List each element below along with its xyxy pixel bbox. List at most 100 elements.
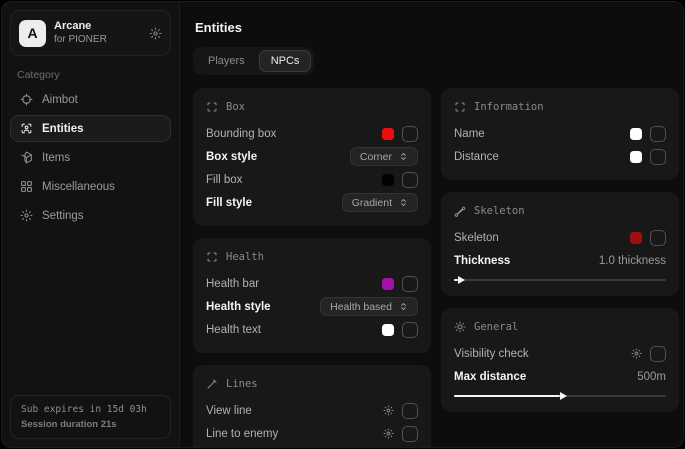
general-card: General Visibility check Max distance 50…	[441, 308, 679, 412]
app-name: Arcane	[54, 20, 107, 34]
sidebar-item-label: Entities	[42, 123, 84, 135]
app-header: A Arcane for PIONER	[10, 10, 171, 56]
scan-icon	[206, 101, 218, 113]
view-line-checkbox[interactable]	[402, 403, 418, 419]
color-swatch[interactable]	[630, 151, 642, 163]
card-title: General	[474, 321, 518, 333]
card-title: Health	[226, 251, 264, 263]
skeleton-card: Skeleton Skeleton Thickness 1.0 thicknes…	[441, 192, 679, 296]
health-text-checkbox[interactable]	[402, 322, 418, 338]
left-column: Box Bounding box Box style Corner	[193, 88, 431, 448]
line-to-enemy-checkbox[interactable]	[402, 426, 418, 442]
line-to-enemy-gear-icon[interactable]	[383, 428, 394, 439]
sidebar-item-label: Miscellaneous	[42, 181, 115, 193]
max-distance-slider-fill	[454, 395, 560, 397]
thickness-slider-fill	[454, 279, 458, 281]
card-title: Information	[474, 101, 544, 113]
category-label: Category	[17, 69, 164, 81]
visibility-check-checkbox[interactable]	[650, 346, 666, 362]
right-column: Information Name Distance	[441, 88, 679, 448]
color-swatch[interactable]	[382, 278, 394, 290]
sidebar-item-aimbot[interactable]: Aimbot	[10, 86, 171, 113]
sun-icon	[454, 321, 466, 333]
setting-row-view-line: View line	[206, 399, 418, 422]
scan-icon	[454, 101, 466, 113]
card-title: Lines	[226, 378, 258, 390]
setting-row-health-text: Health text	[206, 318, 418, 341]
sub-expiry-text: Sub expires in 15d 03h	[21, 404, 160, 415]
visibility-check-gear-icon[interactable]	[631, 348, 642, 359]
thickness-slider[interactable]	[454, 276, 666, 284]
color-swatch[interactable]	[382, 324, 394, 336]
page-title: Entities	[195, 20, 677, 35]
entity-tabs: Players NPCs	[193, 47, 314, 75]
package-icon	[20, 151, 33, 164]
app-logo: A	[19, 20, 46, 47]
card-title: Skeleton	[474, 205, 525, 217]
color-swatch[interactable]	[382, 128, 394, 140]
crosshair-icon	[20, 93, 33, 106]
subscription-info: Sub expires in 15d 03h Session duration …	[10, 395, 171, 439]
setting-row-health-bar: Health bar	[206, 272, 418, 295]
sidebar-item-label: Items	[42, 152, 70, 164]
information-card: Information Name Distance	[441, 88, 679, 180]
skeleton-checkbox[interactable]	[650, 230, 666, 246]
setting-row-line-to-enemy: Line to enemy	[206, 422, 418, 445]
app-title-block: Arcane for PIONER	[54, 20, 107, 46]
health-card: Health Health bar Health style Health ba…	[193, 238, 431, 353]
bounding-box-checkbox[interactable]	[402, 126, 418, 142]
color-swatch[interactable]	[382, 174, 394, 186]
sidebar-item-items[interactable]: Items	[10, 144, 171, 171]
session-duration-text: Session duration 21s	[21, 419, 160, 430]
tab-players[interactable]: Players	[196, 50, 257, 72]
gear-icon	[20, 209, 33, 222]
card-title: Box	[226, 101, 245, 113]
distance-checkbox[interactable]	[650, 149, 666, 165]
lines-card: Lines View line Line to enemy	[193, 365, 431, 448]
sidebar-item-miscellaneous[interactable]: Miscellaneous	[10, 173, 171, 200]
chevrons-up-down-icon	[399, 198, 408, 207]
box-style-dropdown[interactable]: Corner	[350, 147, 418, 166]
dropdown-value: Corner	[360, 151, 392, 163]
app-subtitle: for PIONER	[54, 34, 107, 47]
dropdown-value: Health based	[330, 301, 392, 313]
sidebar-item-settings[interactable]: Settings	[10, 202, 171, 229]
health-style-dropdown[interactable]: Health based	[320, 297, 418, 316]
max-distance-value: 500m	[637, 371, 666, 383]
sidebar-item-label: Aimbot	[42, 94, 78, 106]
setting-row-visibility-check: Visibility check	[454, 342, 666, 365]
setting-row-fill-box: Fill box	[206, 168, 418, 191]
setting-row-max-distance: Max distance 500m	[454, 365, 666, 388]
fill-box-checkbox[interactable]	[402, 172, 418, 188]
grid-icon	[20, 180, 33, 193]
sidebar-item-label: Settings	[42, 210, 84, 222]
setting-row-thickness: Thickness 1.0 thickness	[454, 249, 666, 272]
card-columns: Box Bounding box Box style Corner	[193, 88, 679, 448]
sidebar-item-entities[interactable]: Entities	[10, 115, 171, 142]
chevrons-up-down-icon	[399, 302, 408, 311]
dropdown-value: Gradient	[352, 197, 392, 209]
scan-icon	[206, 251, 218, 263]
setting-row-bounding-box: Bounding box	[206, 122, 418, 145]
chevrons-up-down-icon	[399, 152, 408, 161]
color-swatch[interactable]	[630, 128, 642, 140]
setting-row-distance: Distance	[454, 145, 666, 168]
main-content: Entities Players NPCs Box Bounding box	[180, 2, 684, 447]
max-distance-slider[interactable]	[454, 392, 666, 400]
sidebar-nav: Aimbot Entities Items Miscellaneous Sett…	[10, 86, 171, 229]
box-card: Box Bounding box Box style Corner	[193, 88, 431, 226]
header-gear-icon[interactable]	[149, 27, 162, 40]
pencil-line-icon	[206, 378, 218, 390]
person-scan-icon	[20, 122, 33, 135]
view-line-gear-icon[interactable]	[383, 405, 394, 416]
setting-row-box-style: Box style Corner	[206, 145, 418, 168]
app-window: A Arcane for PIONER Category Aimbot Enti…	[1, 1, 684, 448]
name-checkbox[interactable]	[650, 126, 666, 142]
setting-row-name: Name	[454, 122, 666, 145]
fill-style-dropdown[interactable]: Gradient	[342, 193, 418, 212]
tab-npcs[interactable]: NPCs	[259, 50, 312, 72]
sidebar: A Arcane for PIONER Category Aimbot Enti…	[2, 2, 180, 447]
color-swatch[interactable]	[630, 232, 642, 244]
setting-row-skeleton: Skeleton	[454, 226, 666, 249]
health-bar-checkbox[interactable]	[402, 276, 418, 292]
